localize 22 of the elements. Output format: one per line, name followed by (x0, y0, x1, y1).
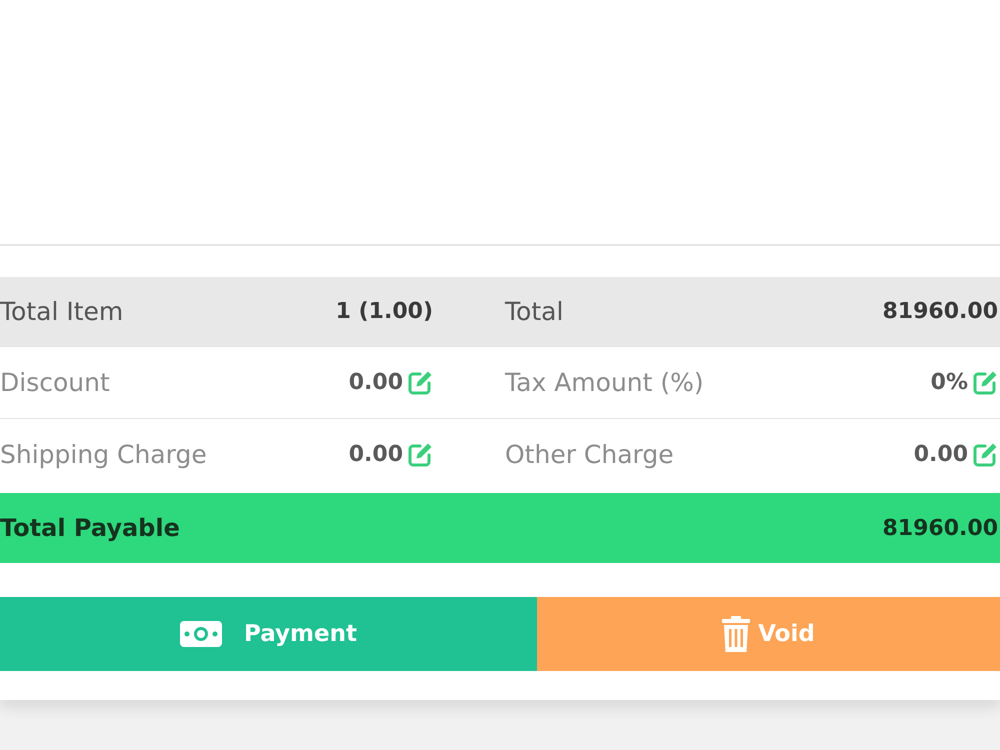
total-payable-value: 81960.00 (882, 516, 998, 540)
edit-icon[interactable] (972, 442, 998, 468)
summary-label: Total Item (0, 297, 124, 326)
summary-value: 0.00 (348, 442, 403, 467)
summary-value: 81960.00 (882, 299, 998, 324)
banknote-icon (180, 621, 222, 647)
edit-icon[interactable] (972, 370, 998, 396)
summary-label: Shipping Charge (0, 440, 207, 469)
summary-label: Total (505, 297, 564, 326)
summary-value: 0.00 (348, 370, 403, 395)
payment-button[interactable]: Payment (0, 597, 537, 671)
edit-icon[interactable] (407, 370, 433, 396)
summary-label: Tax Amount (%) (505, 368, 704, 397)
edit-icon[interactable] (407, 442, 433, 468)
void-button[interactable]: Void (537, 597, 1000, 671)
summary-label: Other Charge (505, 440, 674, 469)
trash-icon (722, 616, 750, 652)
summary-value: 0.00 (914, 442, 968, 467)
summary-label: Discount (0, 368, 110, 397)
summary-value: 0% (930, 370, 968, 395)
summary-value: 1 (1.00) (336, 299, 433, 324)
total-payable-label: Total Payable (0, 514, 180, 542)
